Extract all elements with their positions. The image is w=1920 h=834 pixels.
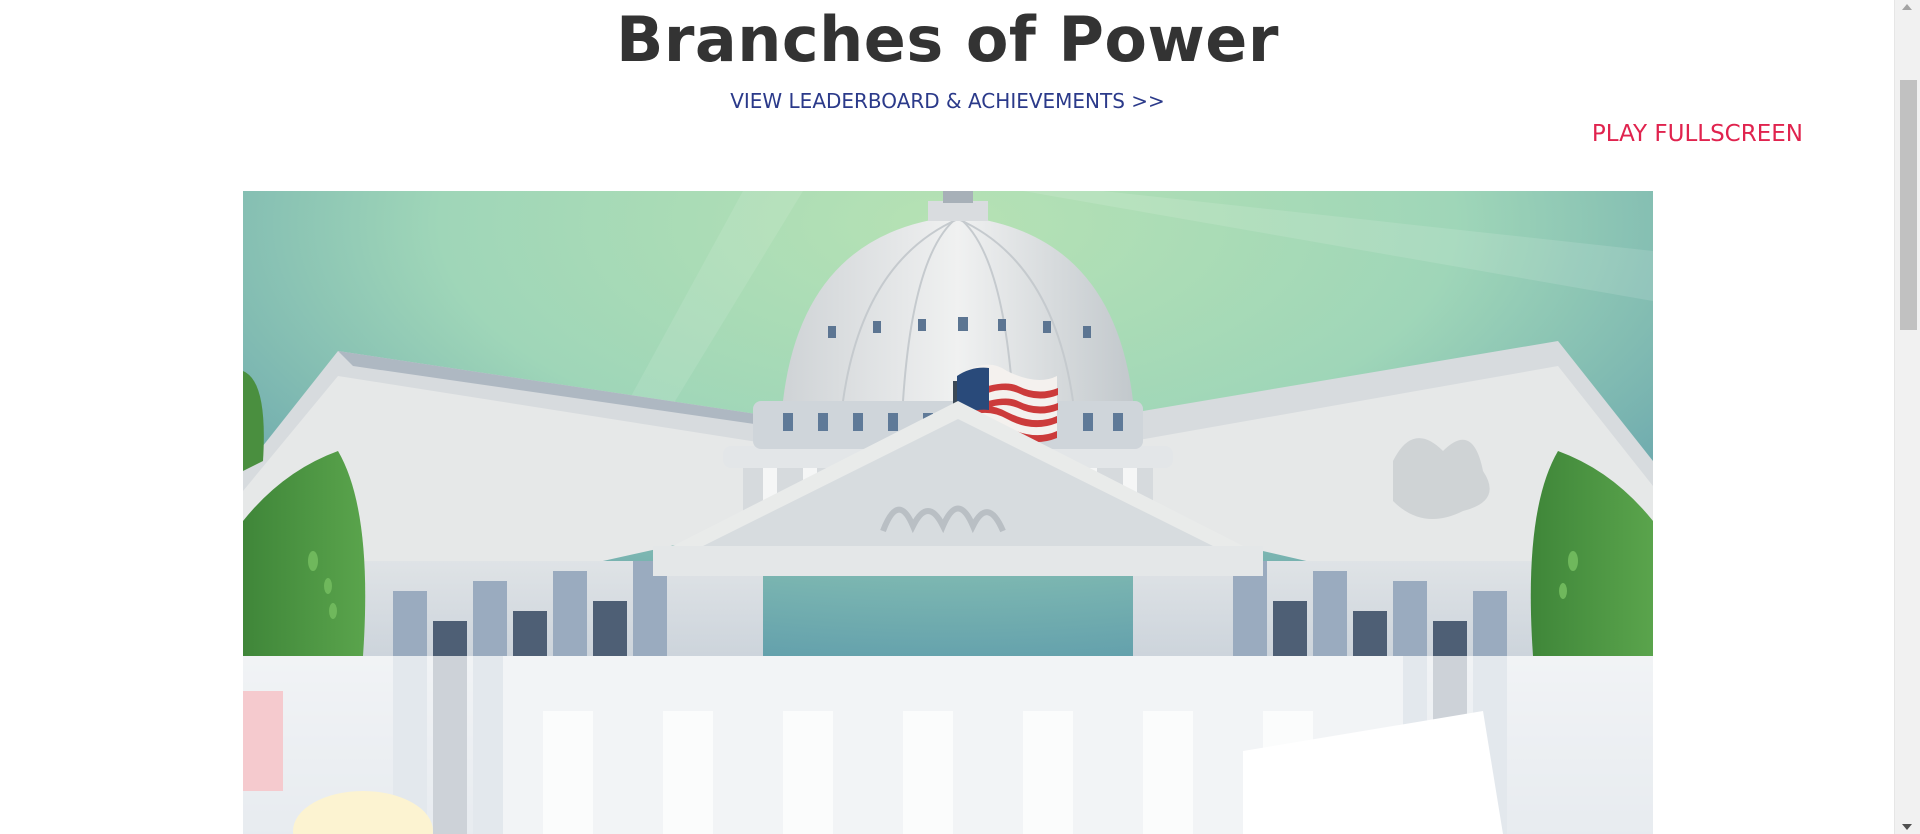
scrollbar-thumb[interactable] <box>1900 80 1917 330</box>
page: Branches of Power VIEW LEADERBOARD & ACH… <box>0 0 1920 834</box>
view-leaderboard-link[interactable]: VIEW LEADERBOARD & ACHIEVEMENTS >> <box>0 88 1895 114</box>
play-fullscreen-button[interactable]: PLAY FULLSCREEN <box>1592 119 1803 149</box>
game-frame[interactable] <box>243 191 1653 834</box>
page-title: Branches of Power <box>616 3 1279 76</box>
scroll-down-icon[interactable] <box>1902 824 1912 830</box>
page-scrollbar[interactable] <box>1894 0 1920 834</box>
capitol-building-illustration <box>243 191 1653 834</box>
scroll-up-icon[interactable] <box>1902 4 1912 10</box>
